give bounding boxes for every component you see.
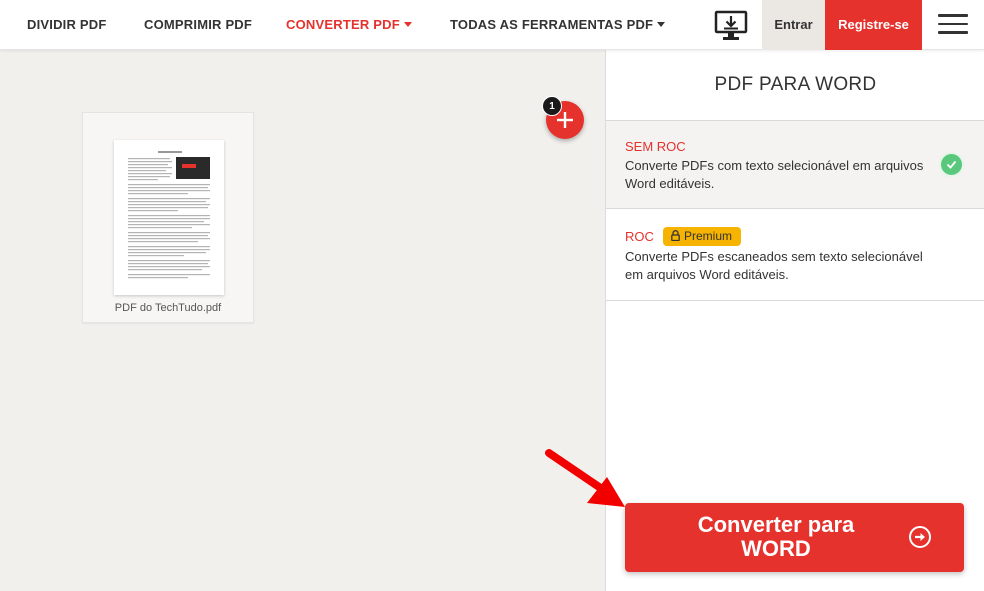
caret-down-icon xyxy=(657,22,666,27)
tool-title: PDF PARA WORD xyxy=(714,74,877,95)
lock-icon xyxy=(671,230,680,241)
premium-badge: Premium xyxy=(663,227,742,246)
desktop-download-icon xyxy=(714,10,748,40)
option-sem-roc[interactable]: SEM ROC Converte PDFs com texto selecion… xyxy=(606,120,984,208)
option-name: SEM ROC xyxy=(625,139,686,154)
nav-split-pdf[interactable]: DIVIDIR PDF xyxy=(27,0,106,50)
arrow-right-circle-icon xyxy=(909,526,931,548)
desktop-download-button[interactable] xyxy=(714,10,748,42)
nav-all-tools[interactable]: TODAS AS FERRAMENTAS PDF xyxy=(450,0,666,50)
file-card[interactable]: PDF do TechTudo.pdf xyxy=(82,112,254,323)
file-name: PDF do TechTudo.pdf xyxy=(114,302,222,314)
annotation-arrow-icon xyxy=(545,449,625,507)
nav-convert-pdf[interactable]: CONVERTER PDF xyxy=(286,0,412,50)
login-button[interactable]: Entrar xyxy=(762,0,825,50)
top-navbar: DIVIDIR PDF COMPRIMIR PDF CONVERTER PDF … xyxy=(0,0,984,50)
option-roc[interactable]: ROC Premium Converte PDFs escaneados sem… xyxy=(606,208,984,301)
register-button[interactable]: Registre-se xyxy=(825,0,922,50)
nav-compress-pdf[interactable]: COMPRIMIR PDF xyxy=(144,0,252,50)
caret-down-icon xyxy=(403,22,412,27)
option-description: Converte PDFs com texto selecionável em … xyxy=(625,158,924,191)
nav-convert-label: CONVERTER PDF xyxy=(286,17,400,32)
premium-label: Premium xyxy=(684,229,733,243)
convert-label: Converter para WORD xyxy=(697,512,855,561)
convert-button[interactable]: Converter para WORD xyxy=(625,503,964,572)
option-name: ROC xyxy=(625,229,654,244)
pdf-thumbnail xyxy=(114,140,224,295)
check-circle-icon xyxy=(939,152,964,177)
option-description: Converte PDFs escaneados sem texto selec… xyxy=(625,249,923,282)
nav-all-tools-label: TODAS AS FERRAMENTAS PDF xyxy=(450,17,654,32)
file-count-badge: 1 xyxy=(542,96,562,116)
hamburger-menu-icon[interactable] xyxy=(938,14,968,36)
